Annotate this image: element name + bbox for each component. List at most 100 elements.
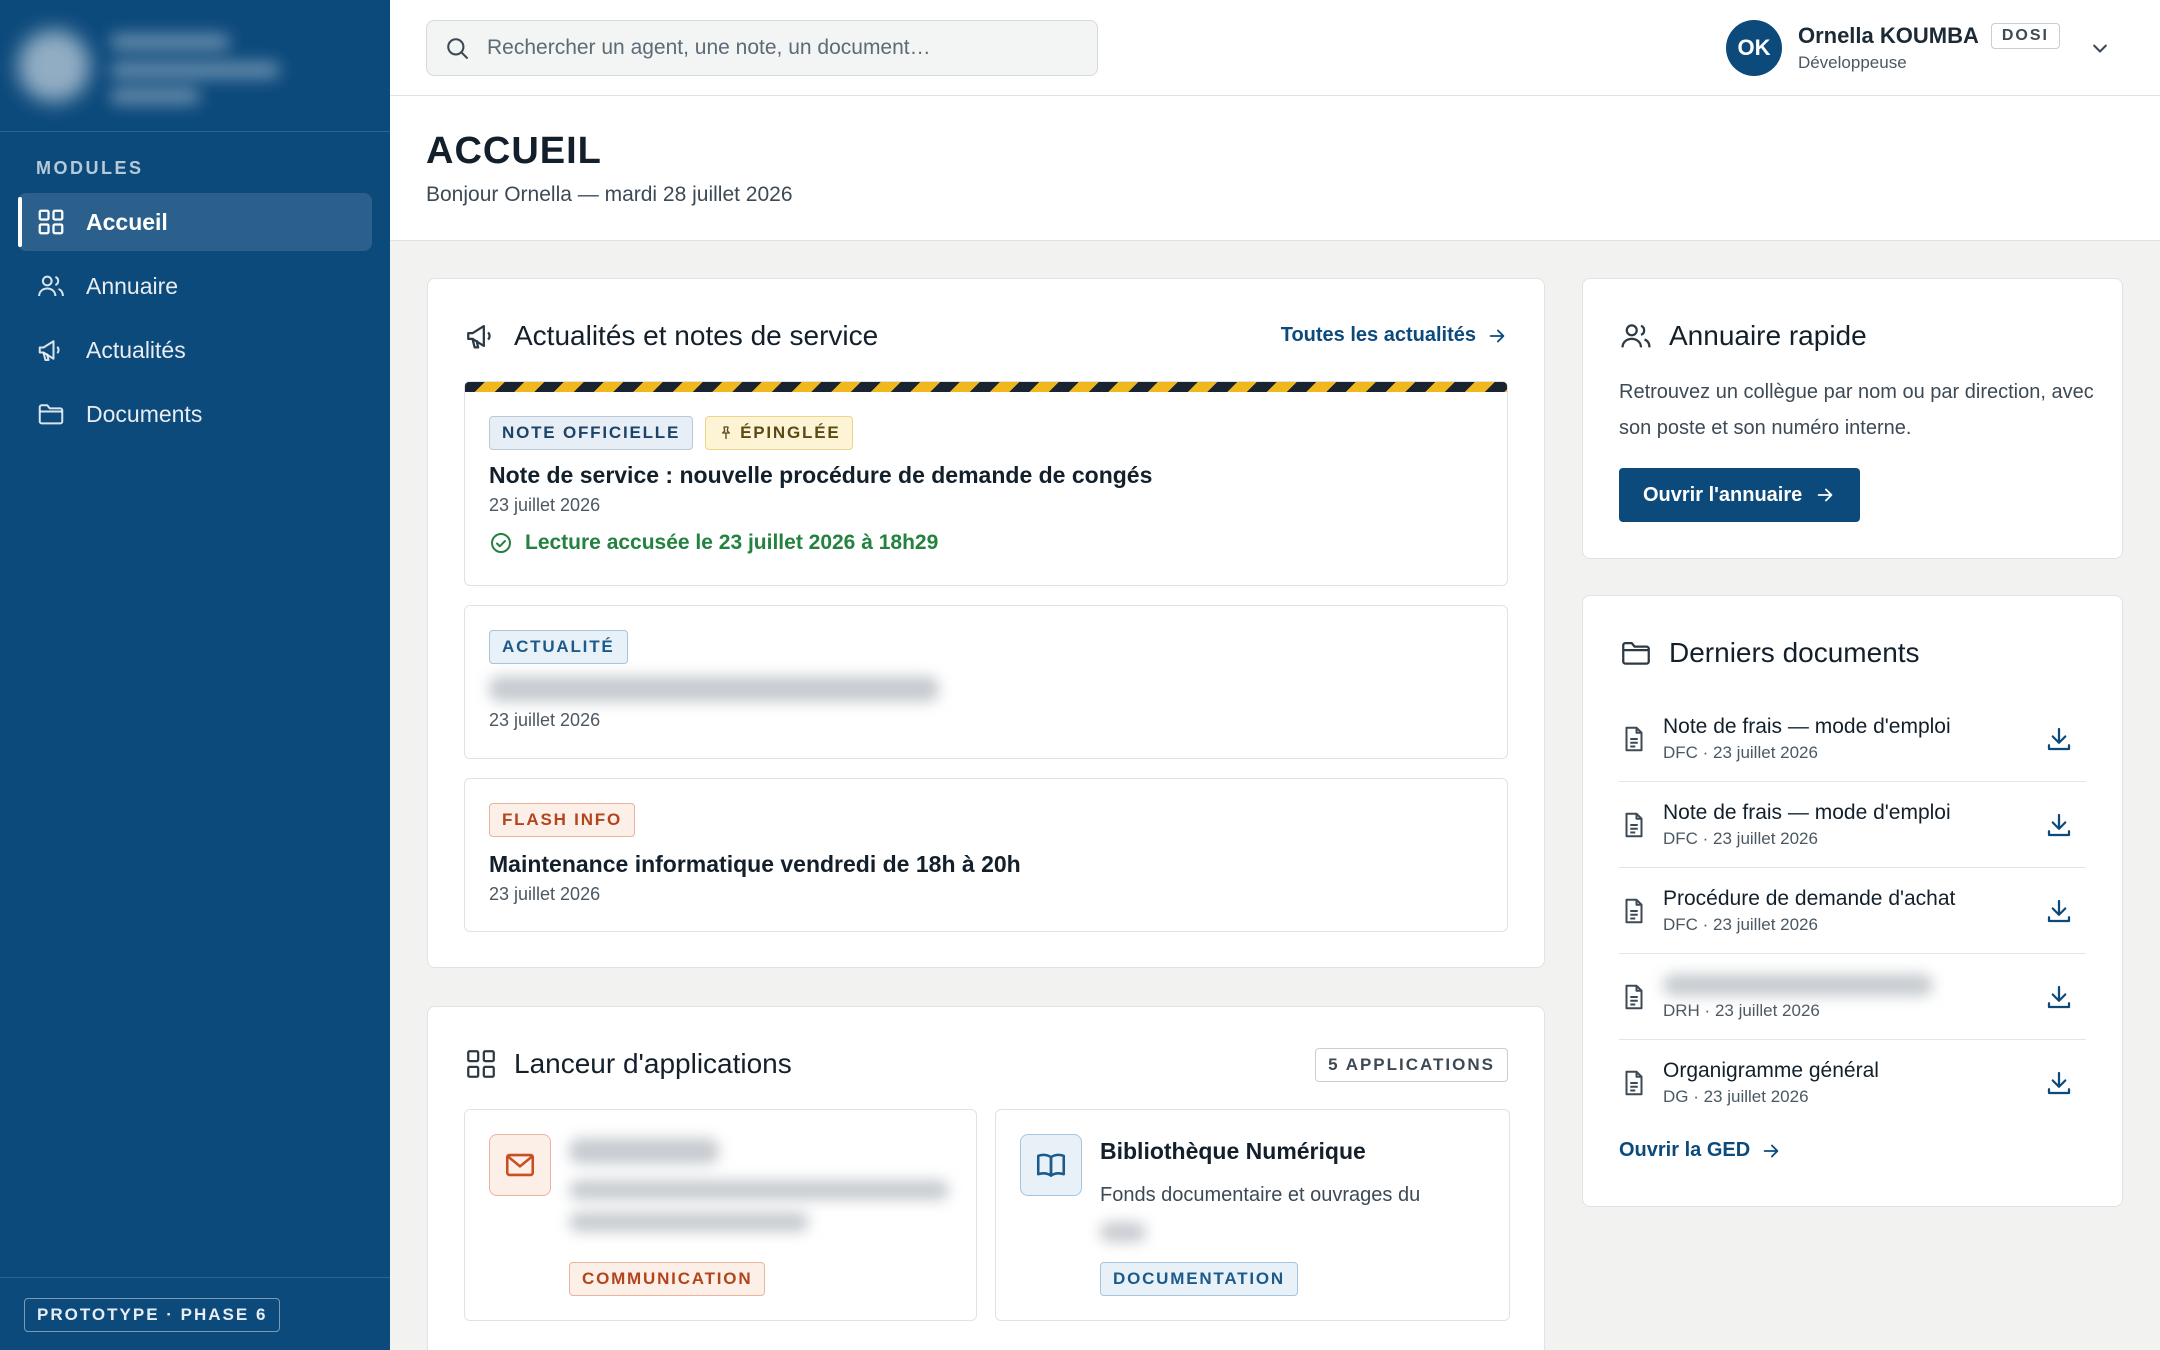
download-icon[interactable] [2044,810,2074,840]
document-meta: DG · 23 juillet 2026 [1663,1087,1809,1106]
tag-label: ÉPINGLÉE [740,423,841,442]
open-ged-link[interactable]: Ouvrir la GED [1619,1139,1782,1162]
arrow-right-icon [1763,1144,1779,1157]
sidebar-nav: Accueil Annuaire Actualités Documents [18,193,372,449]
news-item-date: 23 juillet 2026 [489,884,601,904]
app-desc-blurred [569,1180,949,1200]
news-item-tags: NOTE OFFICIELLE ÉPINGLÉE [489,416,865,450]
megaphone-icon [38,340,60,361]
grid-icon [467,1050,495,1078]
download-icon[interactable] [2044,724,2074,754]
all-news-link[interactable]: Toutes les actualités [1281,324,1508,347]
folder-icon [1622,641,1650,665]
search-input[interactable] [487,36,1067,60]
news-item-tags: FLASH INFO [489,803,647,837]
app-category-badge: DOCUMENTATION [1100,1262,1298,1296]
app-launcher-label: Lanceur d'applications [514,1048,792,1079]
sidebar-item-label: Documents [86,400,203,427]
news-item-date: 23 juillet 2026 [489,495,601,515]
news-card-title: Actualités et notes de service [464,319,878,353]
directory-title-label: Annuaire rapide [1669,320,1867,351]
news-card: Actualités et notes de service Toutes le… [427,278,1545,968]
arrow-right-icon [1817,488,1833,502]
all-news-label: Toutes les actualités [1280,324,1476,346]
app-count-badge: 5 APPLICATIONS [1315,1048,1508,1082]
document-meta: DFC · 23 juillet 2026 [1663,914,1818,934]
prototype-badge: PROTOTYPE · PHASE 6 [24,1298,281,1332]
news-item-pinned[interactable]: NOTE OFFICIELLE ÉPINGLÉE Note de service… [464,381,1508,586]
document-row[interactable]: Note de frais — mode d'emploi DFC · 23 ju… [1619,782,2086,868]
document-row[interactable]: Organigramme général DG · 23 juillet 2026 [1619,1040,2086,1126]
document-title: Procédure de demande d'achat [1663,886,1956,910]
user-menu[interactable]: OK Ornella KOUMBA DOSI Développeuse [1725,20,2114,76]
document-meta: DRH · 23 juillet 2026 [1663,1001,1820,1020]
user-info: Ornella KOUMBA DOSI Développeuse [1798,23,2060,73]
tag-flash-info: FLASH INFO [489,803,635,837]
document-title: Note de frais — mode d'emploi [1663,714,1951,738]
news-item-date: 23 juillet 2026 [489,710,601,730]
tag-epinglee: ÉPINGLÉE [705,416,854,450]
news-item-title: Maintenance informatique vendredi de 18h… [489,851,1021,877]
app-launcher-title: Lanceur d'applications [464,1047,792,1081]
pin-icon [722,426,731,439]
book-icon [1036,1153,1066,1177]
app-name-blurred [569,1138,719,1164]
megaphone-icon [467,324,491,349]
user-name: Ornella KOUMBA [1797,23,1979,48]
mail-icon [505,1153,535,1177]
arrow-right-icon [1489,329,1505,342]
document-meta: DFC · 23 juillet 2026 [1663,742,1818,762]
sidebar-item-actualites[interactable]: Actualités [18,321,372,379]
topbar: OK Ornella KOUMBA DOSI Développeuse [390,0,2160,96]
open-directory-button[interactable]: Ouvrir l'annuaire [1619,468,1861,522]
directory-description: Retrouvez un collègue par nom ou par dir… [1619,381,2094,439]
sidebar-item-accueil[interactable]: Accueil [18,193,372,251]
app-category-badge: COMMUNICATION [569,1262,766,1296]
document-title-blurred [1663,972,2044,997]
tag-actualite: ACTUALITÉ [489,630,628,664]
blurred-text [1663,974,1933,996]
app-tile-bibliotheque[interactable]: Bibliothèque Numérique Fonds documentair… [995,1109,1510,1321]
brand-logo-area[interactable] [0,0,390,132]
search-box[interactable] [426,20,1098,76]
document-row[interactable]: Note de frais — mode d'emploi DFC · 23 ju… [1619,696,2086,782]
sidebar-footer: PROTOTYPE · PHASE 6 [0,1277,390,1350]
document-row[interactable]: Procédure de demande d'achat DFC · 23 jui… [1619,868,2086,954]
open-directory-label: Ouvrir l'annuaire [1643,483,1803,506]
app-description: Fonds documentaire et ouvrages du [1100,1184,1421,1206]
news-item-title: Note de service : nouvelle procédure de … [489,462,1153,488]
modules-section-label: MODULES [36,158,144,178]
ack-text: Lecture accusée le 23 juillet 2026 à 18h… [525,531,939,554]
read-acknowledgment: Lecture accusée le 23 juillet 2026 à 18h… [489,531,938,555]
news-item[interactable]: ACTUALITÉ 23 juillet 2026 [464,605,1508,759]
download-icon[interactable] [2044,1068,2074,1098]
download-icon[interactable] [2044,896,2074,926]
brand-tagline-blurred [110,62,280,78]
chevron-down-icon[interactable] [2086,34,2114,62]
users-icon [38,275,64,297]
brand-tagline-blurred [110,88,200,104]
greeting-date: Bonjour Ornella — mardi 28 juillet 2026 [426,183,793,206]
pinned-stripe [465,382,1507,392]
document-title: Note de frais — mode d'emploi [1663,800,1951,824]
page-title: ACCUEIL [426,130,602,172]
grid-icon [38,209,64,235]
documents-title-label: Derniers documents [1669,637,1920,668]
avatar[interactable]: OK [1725,20,1782,76]
logo [18,30,90,102]
app-icon-box [1020,1134,1082,1196]
latest-documents-card: Derniers documents Note de frais — mode … [1582,595,2123,1207]
app-icon-box [489,1134,551,1196]
document-list: Note de frais — mode d'emploi DFC · 23 ju… [1619,696,2086,1126]
file-text-icon [1625,1070,1643,1096]
sidebar-item-documents[interactable]: Documents [18,385,372,443]
file-text-icon [1625,898,1643,923]
news-item[interactable]: FLASH INFO Maintenance informatique vend… [464,778,1508,932]
document-row[interactable]: DRH · 23 juillet 2026 [1619,954,2086,1040]
sidebar-item-annuaire[interactable]: Annuaire [18,257,372,315]
app-tile-communication[interactable]: COMMUNICATION [464,1109,977,1321]
search-icon [447,38,468,59]
download-icon[interactable] [2044,982,2074,1012]
document-meta: DFC · 23 juillet 2026 [1663,828,1818,848]
news-item-title-blurred [489,676,939,702]
